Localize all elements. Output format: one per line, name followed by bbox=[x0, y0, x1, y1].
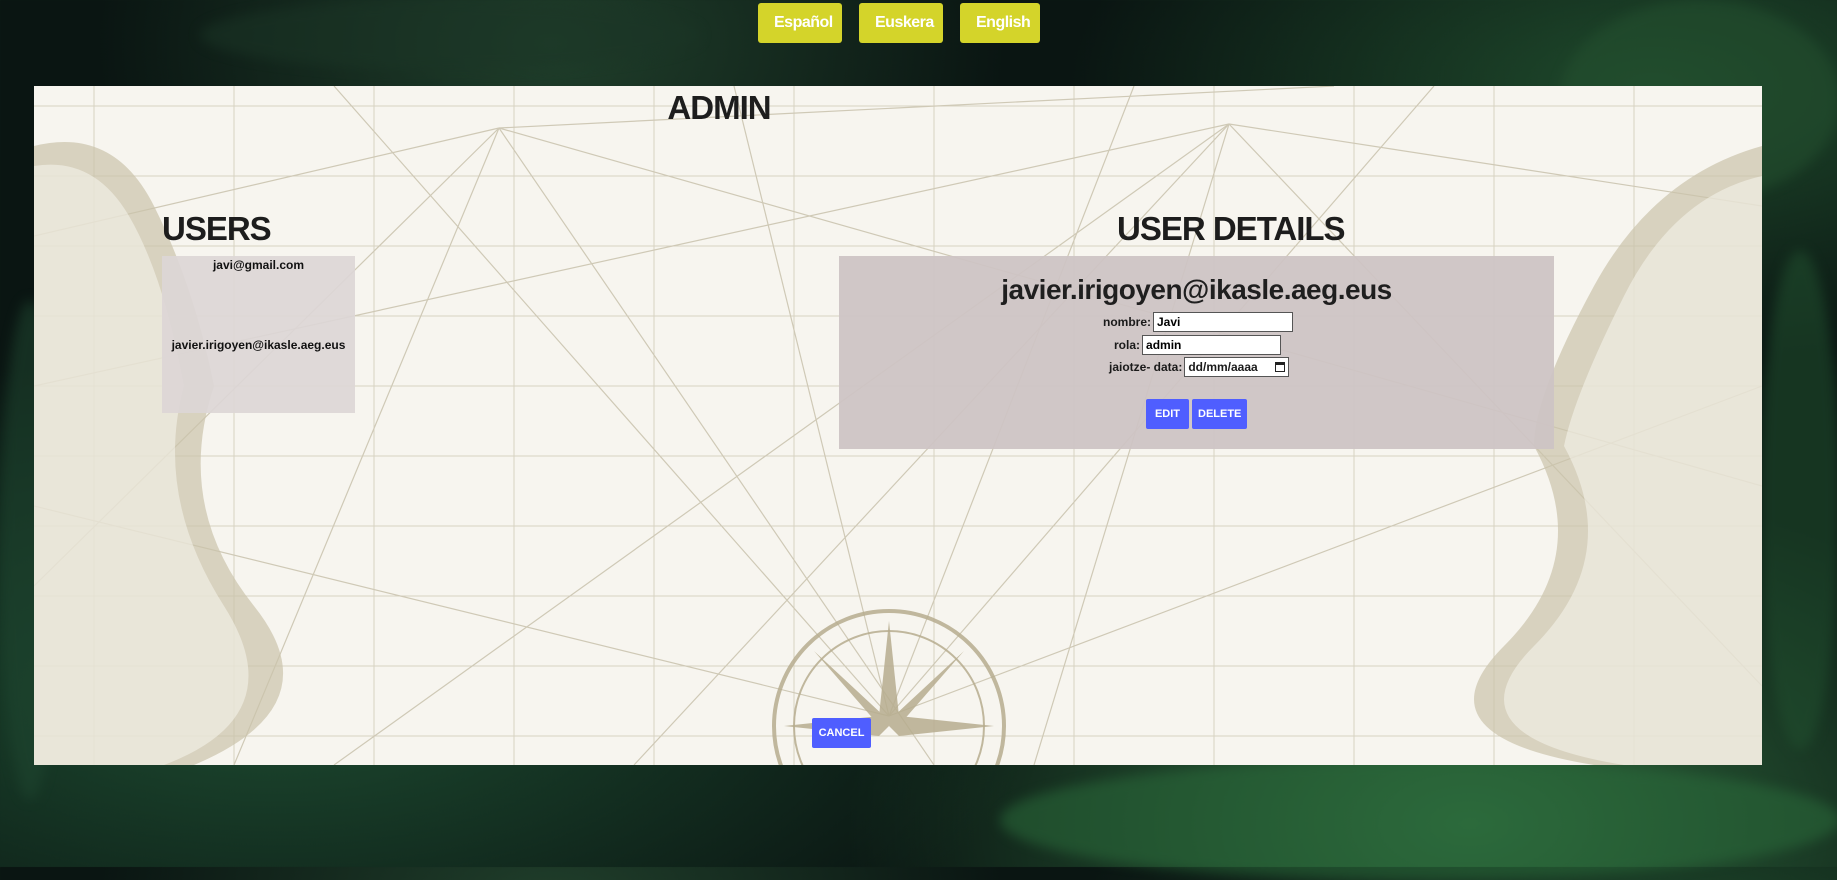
role-input[interactable] bbox=[1142, 335, 1282, 355]
role-row: rola: bbox=[1114, 335, 1282, 355]
language-button-english[interactable]: English bbox=[960, 3, 1040, 43]
user-details-panel: javier.irigoyen@ikasle.aeg.eus nombre: r… bbox=[839, 256, 1554, 449]
user-details-email: javier.irigoyen@ikasle.aeg.eus bbox=[1001, 274, 1392, 305]
admin-panel: ADMIN USERS javi@gmail.com javier.irigoy… bbox=[34, 86, 1762, 765]
user-list-item[interactable]: javier.irigoyen@ikasle.aeg.eus bbox=[162, 338, 355, 352]
birthdate-label: jaiotze- data: bbox=[1109, 360, 1183, 374]
role-label: rola: bbox=[1114, 338, 1141, 352]
birthdate-input[interactable]: dd/mm/aaaa bbox=[1184, 357, 1290, 377]
language-button-spanish[interactable]: Español bbox=[758, 3, 842, 43]
page-title: ADMIN bbox=[667, 89, 771, 126]
language-selector: Español Euskera English bbox=[758, 3, 1040, 43]
background-foliage bbox=[1000, 760, 1837, 880]
calendar-icon[interactable] bbox=[1275, 362, 1286, 372]
edit-button[interactable]: EDIT bbox=[1146, 399, 1189, 429]
users-list: javi@gmail.com javier.irigoyen@ikasle.ae… bbox=[162, 256, 355, 413]
language-button-basque[interactable]: Euskera bbox=[859, 3, 943, 43]
name-label: nombre: bbox=[1103, 315, 1151, 329]
delete-button[interactable]: DELETE bbox=[1192, 399, 1247, 429]
name-row: nombre: bbox=[1103, 312, 1293, 332]
birthdate-row: jaiotze- data: dd/mm/aaaa bbox=[1109, 357, 1290, 377]
user-list-item[interactable]: javi@gmail.com bbox=[162, 258, 355, 272]
cancel-button[interactable]: CANCEL bbox=[812, 718, 871, 748]
users-heading: USERS bbox=[162, 210, 272, 247]
background-foliage bbox=[200, 0, 700, 70]
name-input[interactable] bbox=[1153, 312, 1293, 332]
user-details-heading: USER DETAILS bbox=[1117, 210, 1346, 247]
background-foliage bbox=[1760, 250, 1837, 750]
birthdate-placeholder: dd/mm/aaaa bbox=[1188, 360, 1258, 374]
